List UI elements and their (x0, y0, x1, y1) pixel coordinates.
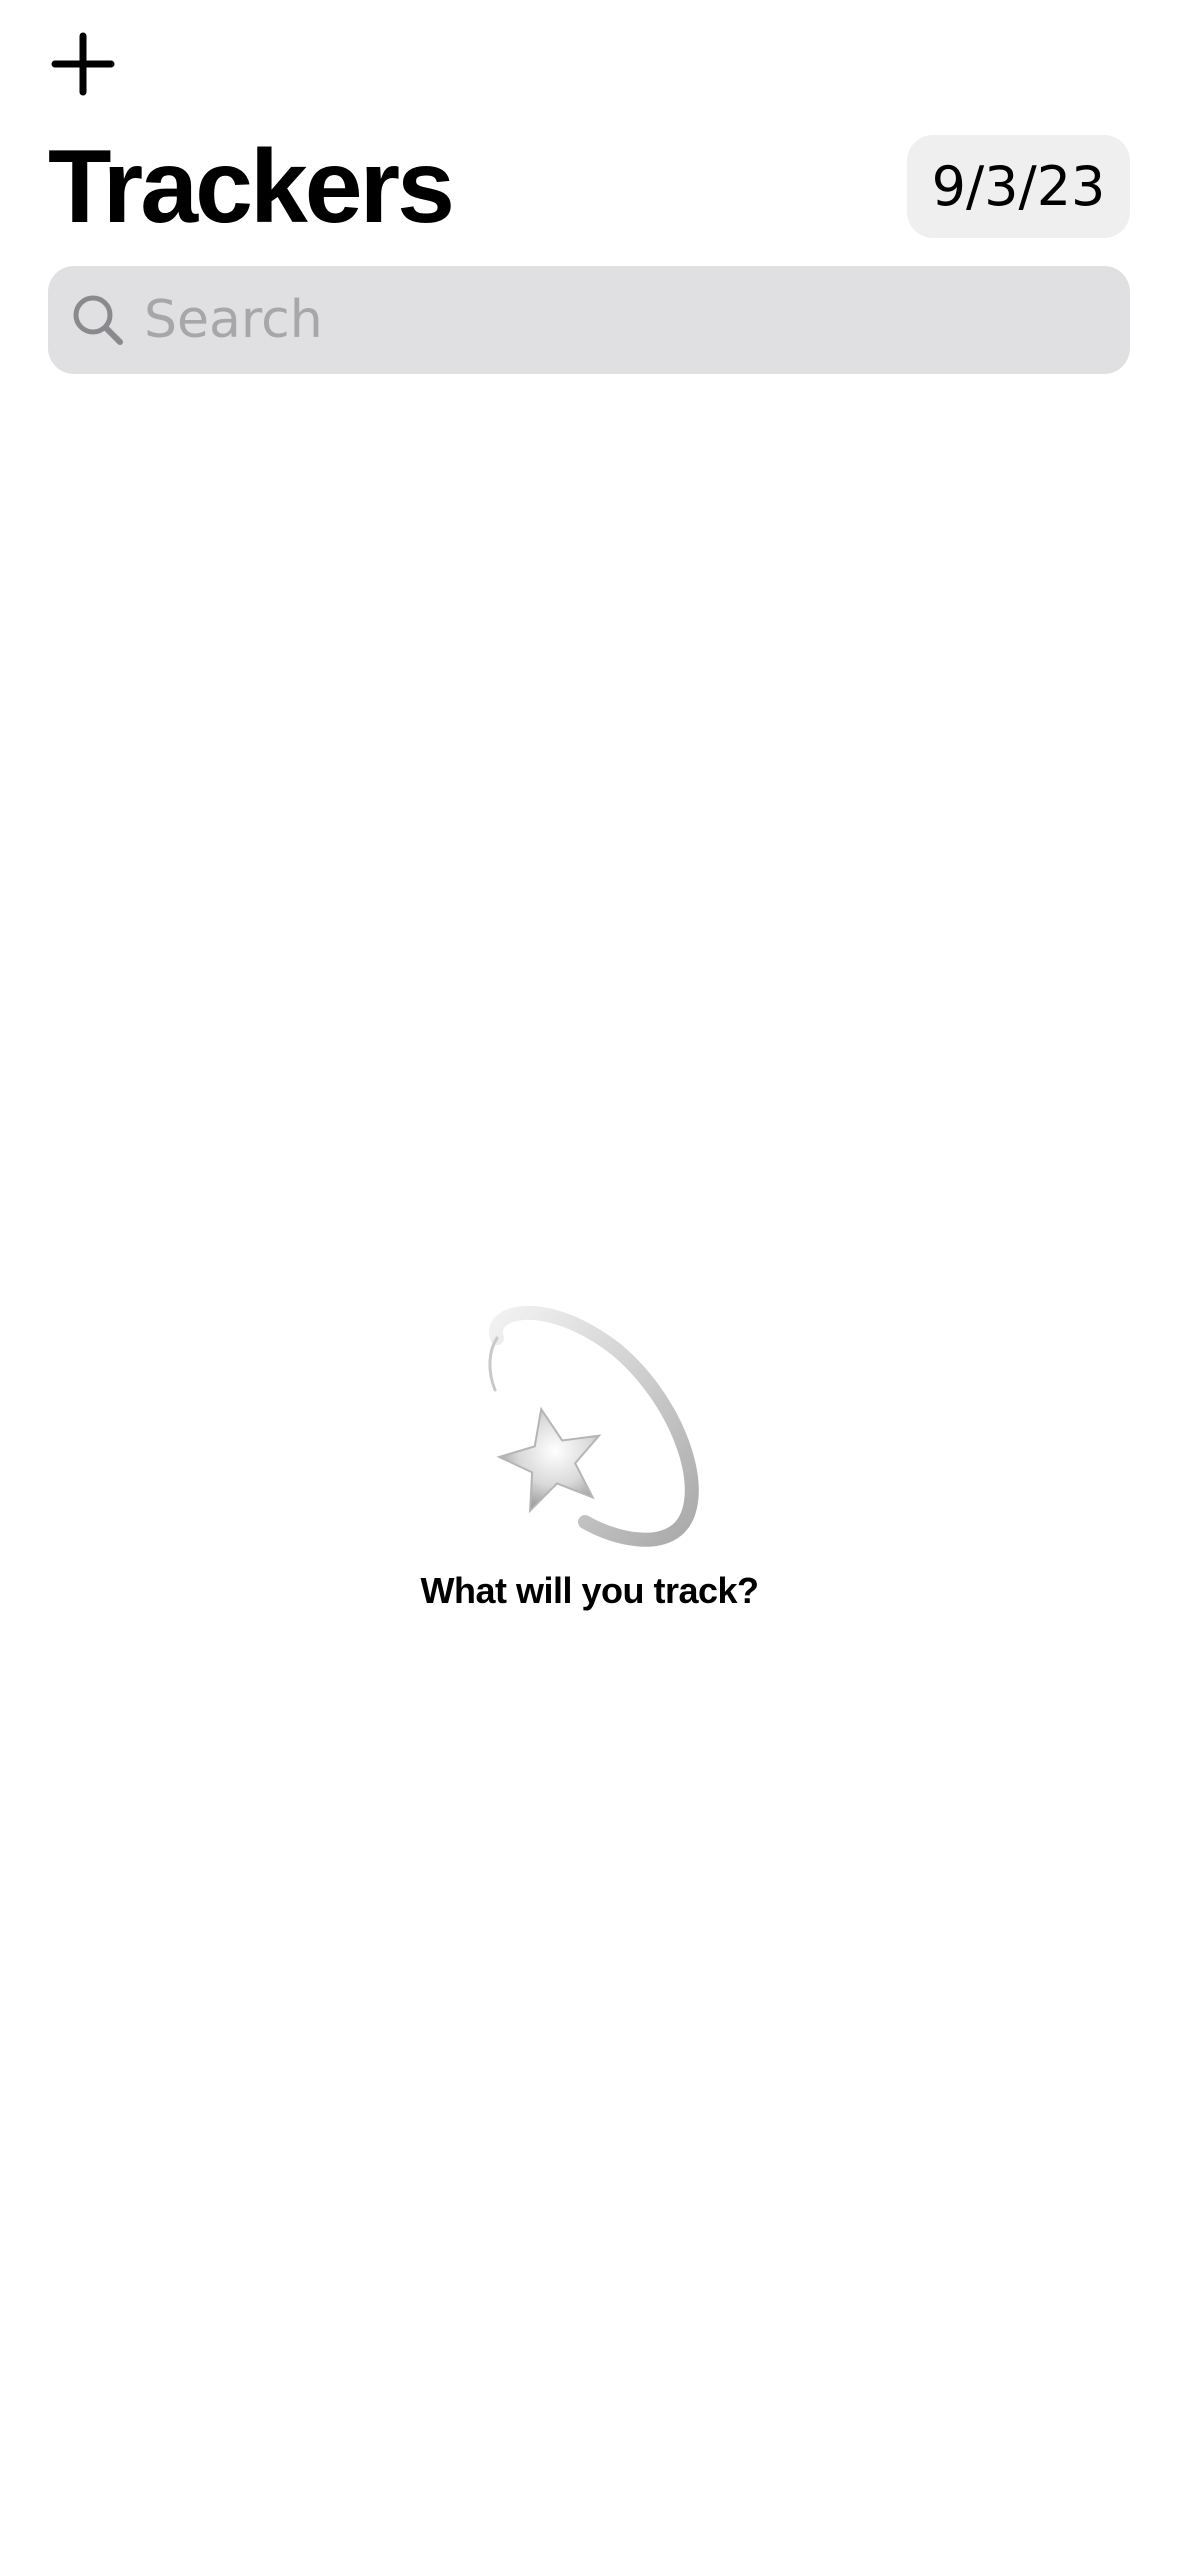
add-tracker-button[interactable] (45, 26, 121, 102)
search-field[interactable] (48, 266, 1130, 374)
search-input[interactable] (144, 280, 1044, 360)
page-title: Trackers (48, 129, 455, 245)
search-icon (70, 292, 126, 348)
plus-icon (51, 32, 115, 96)
empty-state-message: What will you track? (420, 1570, 759, 1611)
shooting-star-icon (488, 1305, 699, 1547)
date-picker-button[interactable]: 9/3/23 (907, 135, 1130, 238)
empty-state: What will you track? (0, 1300, 1179, 1612)
